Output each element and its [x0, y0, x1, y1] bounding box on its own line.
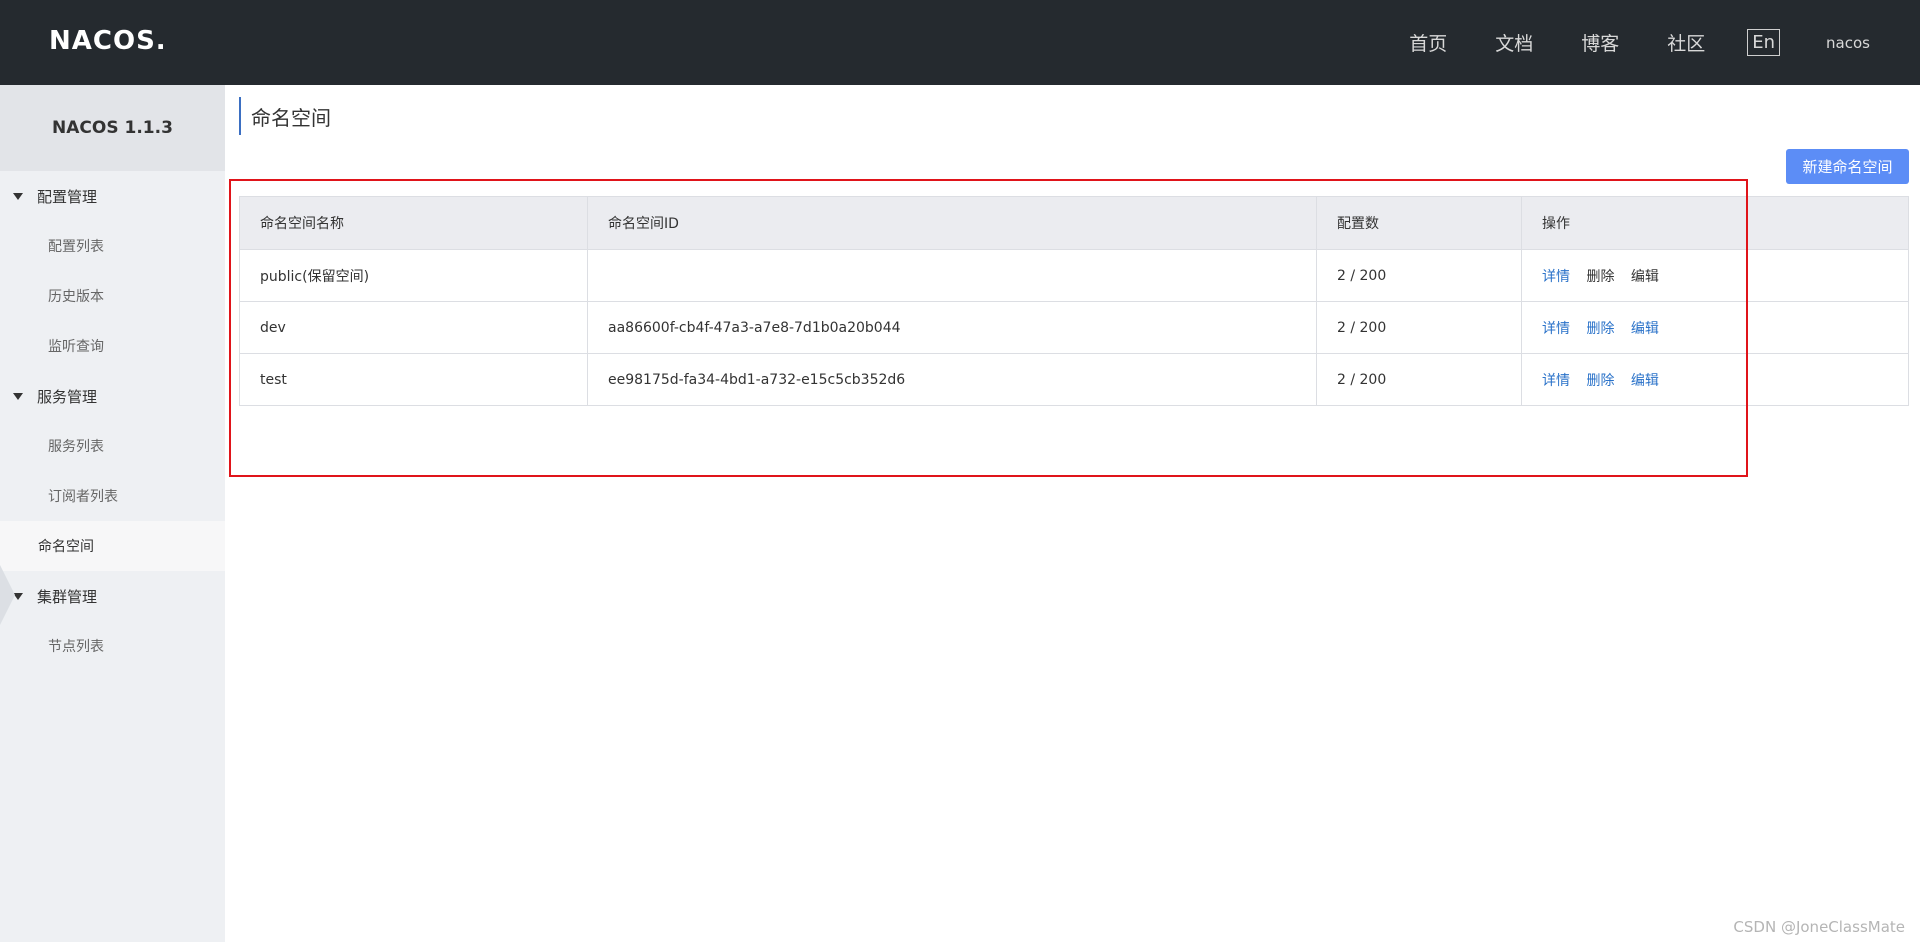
edit-link[interactable]: 编辑: [1631, 321, 1659, 337]
watermark: CSDN @JoneClassMate: [1733, 918, 1905, 936]
menu-group-service[interactable]: 服务管理: [0, 371, 225, 421]
sidebar-menu: 配置管理 配置列表 历史版本 监听查询 服务管理 服务列表 订阅者列表 命名空间…: [0, 171, 225, 671]
logo-text: NACOS: [49, 26, 156, 56]
nacos-logo[interactable]: NACOS.: [49, 25, 166, 57]
new-namespace-button[interactable]: 新建命名空间: [1786, 149, 1909, 184]
table-header-row: 命名空间名称 命名空间ID 配置数 操作: [239, 196, 1909, 250]
sidebar-item-listener-query[interactable]: 监听查询: [0, 321, 225, 371]
top-header: NACOS. 首页 文档 博客 社区 En nacos: [0, 0, 1920, 85]
page-title: 命名空间: [239, 97, 331, 135]
user-name[interactable]: nacos: [1826, 34, 1870, 52]
delete-link[interactable]: 删除: [1586, 269, 1614, 285]
caret-down-icon: [13, 192, 23, 200]
namespace-id: [587, 249, 1317, 302]
table-row: dev aa86600f-cb4f-47a3-a7e8-7d1b0a20b044…: [239, 301, 1909, 354]
namespace-id: ee98175d-fa34-4bd1-a732-e15c5cb352d6: [587, 353, 1317, 406]
nav-community[interactable]: 社区: [1667, 29, 1705, 56]
config-count: 2 / 200: [1316, 301, 1522, 354]
sidebar-item-node-list[interactable]: 节点列表: [0, 621, 225, 671]
sidebar-item-config-list[interactable]: 配置列表: [0, 221, 225, 271]
logo-dot: .: [155, 26, 166, 56]
operations-cell: 详情 删除 编辑: [1521, 353, 1909, 406]
namespace-table: 命名空间名称 命名空间ID 配置数 操作 public(保留空间) 2 / 20…: [239, 196, 1909, 406]
edit-link[interactable]: 编辑: [1631, 269, 1659, 285]
column-header-id: 命名空间ID: [587, 196, 1317, 250]
sidebar-item-history[interactable]: 历史版本: [0, 271, 225, 321]
config-count: 2 / 200: [1316, 249, 1522, 302]
column-header-name: 命名空间名称: [239, 196, 588, 250]
menu-group-label: 服务管理: [37, 387, 98, 406]
nav-docs[interactable]: 文档: [1495, 29, 1533, 56]
main-content: 命名空间 新建命名空间 命名空间名称 命名空间ID 配置数 操作 public(…: [225, 85, 1920, 942]
table-row: public(保留空间) 2 / 200 详情 删除 编辑: [239, 249, 1909, 302]
sidebar-item-namespace[interactable]: 命名空间: [0, 521, 225, 571]
menu-group-label: 集群管理: [37, 587, 98, 606]
caret-down-icon: [13, 392, 23, 400]
config-count: 2 / 200: [1316, 353, 1522, 406]
operations-cell: 详情 删除 编辑: [1521, 301, 1909, 354]
nav-blog[interactable]: 博客: [1581, 29, 1619, 56]
operations-cell: 详情 删除 编辑: [1521, 249, 1909, 302]
menu-group-label: 配置管理: [37, 187, 98, 206]
delete-link[interactable]: 删除: [1586, 321, 1614, 337]
namespace-name: dev: [239, 301, 588, 354]
table-row: test ee98175d-fa34-4bd1-a732-e15c5cb352d…: [239, 353, 1909, 406]
language-toggle[interactable]: En: [1747, 29, 1781, 56]
namespace-name: test: [239, 353, 588, 406]
top-nav: 首页 文档 博客 社区 En nacos: [1409, 0, 1920, 85]
menu-group-cluster[interactable]: 集群管理: [0, 571, 225, 621]
sidebar-title: NACOS 1.1.3: [0, 85, 225, 171]
sidebar-item-subscriber-list[interactable]: 订阅者列表: [0, 471, 225, 521]
column-header-count: 配置数: [1316, 196, 1522, 250]
edit-link[interactable]: 编辑: [1631, 373, 1659, 389]
column-header-operations: 操作: [1521, 196, 1909, 250]
menu-group-config[interactable]: 配置管理: [0, 171, 225, 221]
detail-link[interactable]: 详情: [1542, 373, 1570, 389]
nav-home[interactable]: 首页: [1409, 29, 1447, 56]
namespace-name: public(保留空间): [239, 249, 588, 302]
sidebar-item-service-list[interactable]: 服务列表: [0, 421, 225, 471]
delete-link[interactable]: 删除: [1586, 373, 1614, 389]
detail-link[interactable]: 详情: [1542, 269, 1570, 285]
sidebar: NACOS 1.1.3 配置管理 配置列表 历史版本 监听查询 服务管理 服务列…: [0, 85, 225, 942]
sidebar-collapse-handle[interactable]: [0, 565, 15, 625]
detail-link[interactable]: 详情: [1542, 321, 1570, 337]
namespace-id: aa86600f-cb4f-47a3-a7e8-7d1b0a20b044: [587, 301, 1317, 354]
